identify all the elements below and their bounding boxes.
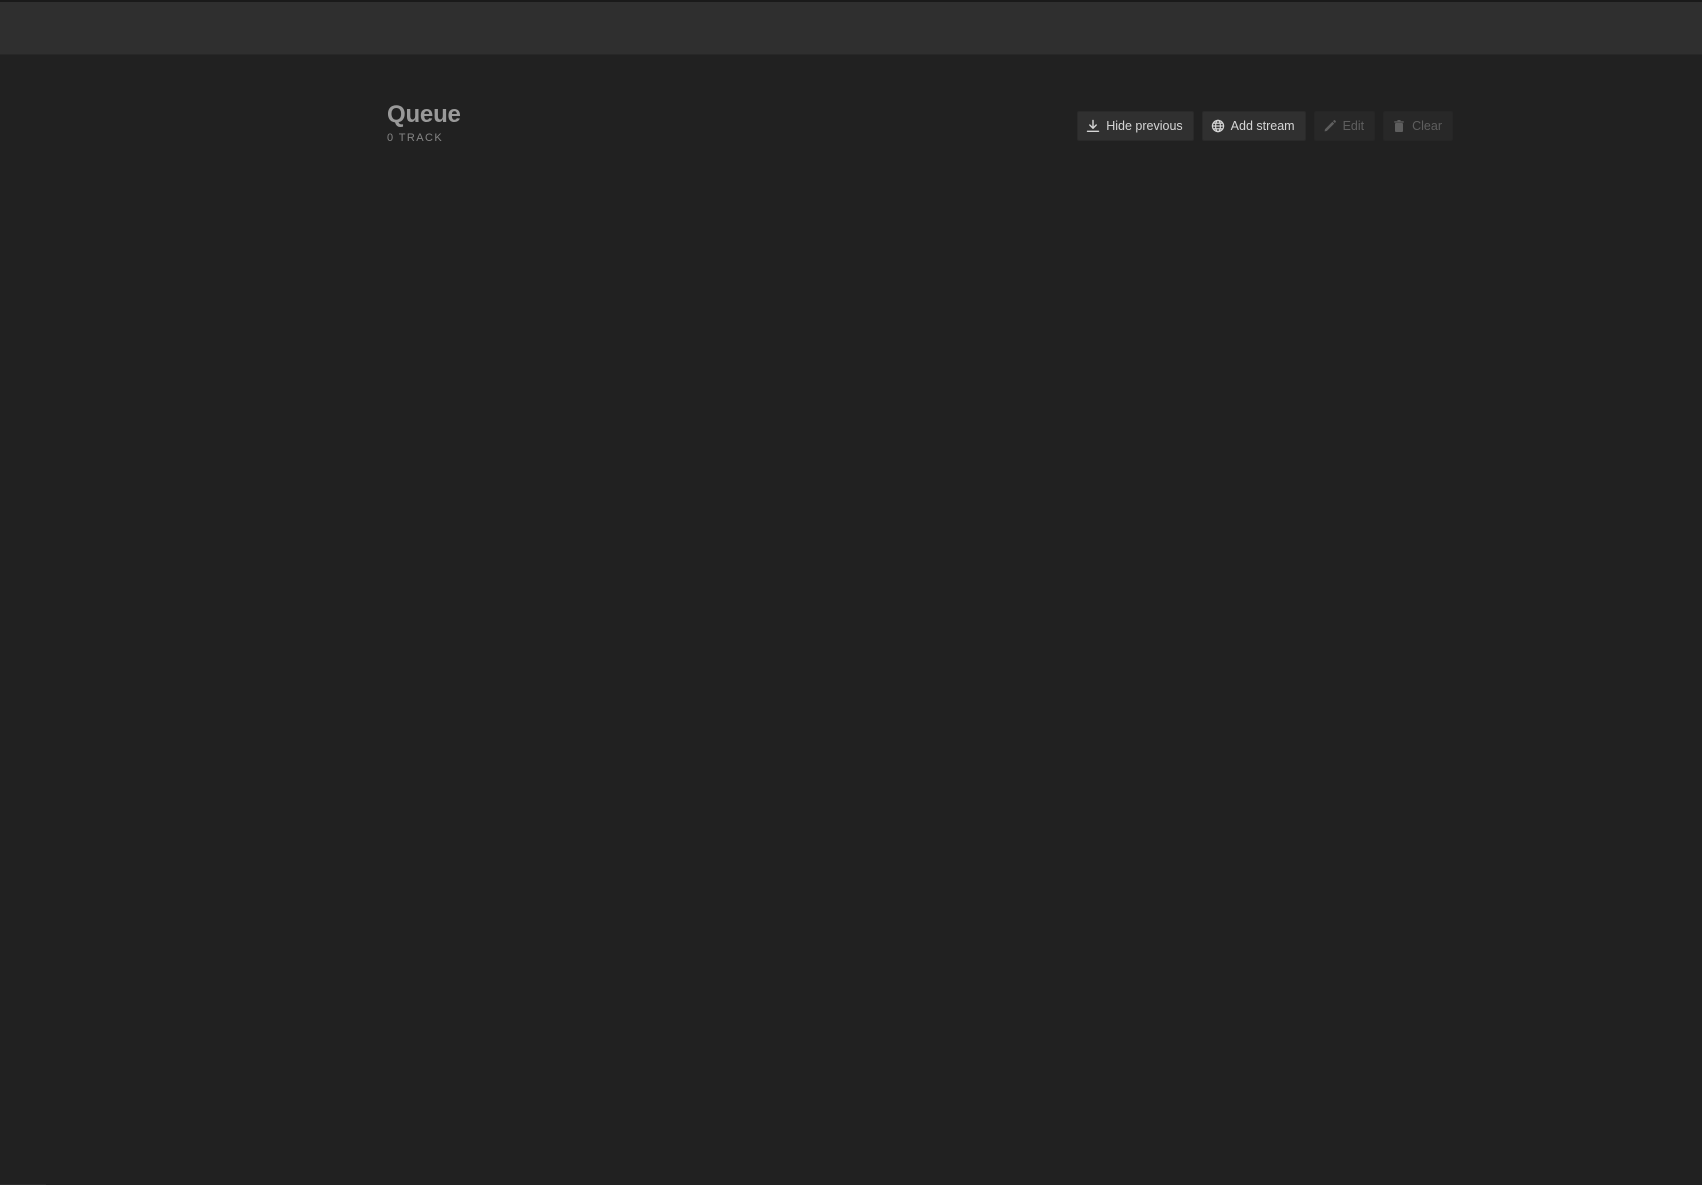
download-icon <box>1086 119 1100 133</box>
clear-label: Clear <box>1412 119 1442 133</box>
edit-button[interactable]: Edit <box>1313 111 1376 141</box>
page-title: Queue <box>387 101 461 128</box>
add-stream-button[interactable]: Add stream <box>1201 111 1306 141</box>
add-stream-label: Add stream <box>1230 119 1295 133</box>
clear-button[interactable]: Clear <box>1383 111 1453 141</box>
top-bar <box>0 2 1702 55</box>
edit-label: Edit <box>1342 119 1365 133</box>
pencil-icon <box>1323 119 1337 133</box>
track-count: 0 TRACK <box>387 132 444 144</box>
hide-previous-label: Hide previous <box>1106 119 1183 133</box>
queue-toolbar: Hide previous Add stream Edit Clear <box>1077 111 1453 141</box>
queue-header: Queue 0 TRACK <box>387 100 461 145</box>
globe-icon <box>1211 119 1225 133</box>
trash-icon <box>1392 119 1406 133</box>
app-window: Queue 0 TRACK Hide previous Add stream E… <box>0 0 1702 1185</box>
hide-previous-button[interactable]: Hide previous <box>1077 111 1194 141</box>
